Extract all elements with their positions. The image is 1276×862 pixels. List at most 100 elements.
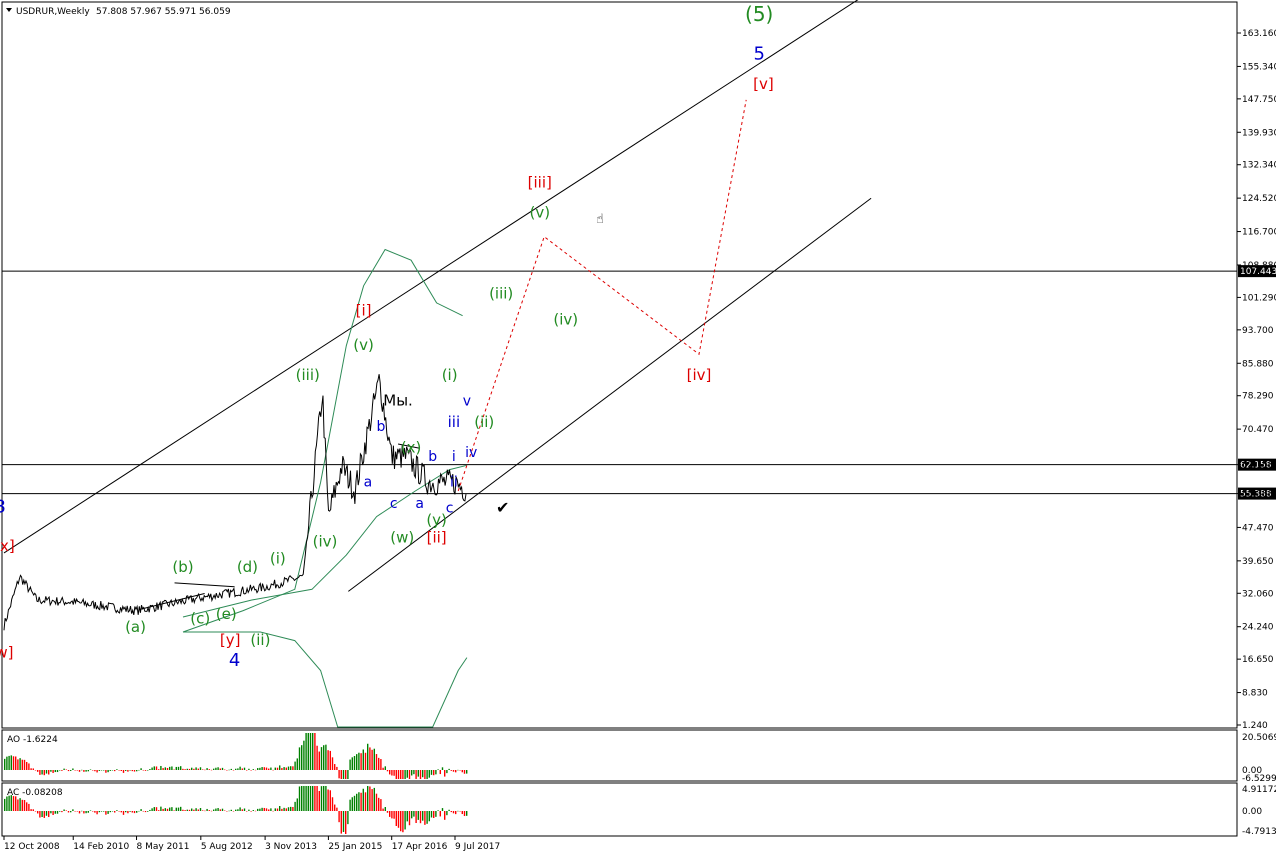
ao-bar xyxy=(325,744,327,770)
ac-bar xyxy=(61,811,63,813)
ao-bar xyxy=(408,770,411,779)
ac-bar xyxy=(400,811,402,832)
ao-bar xyxy=(268,768,270,770)
ao-bar xyxy=(283,767,285,770)
ao-bar xyxy=(85,770,87,772)
ao-bar xyxy=(56,770,59,773)
ao-bar xyxy=(4,758,6,770)
ao-bar xyxy=(118,770,120,771)
ac-bar xyxy=(217,808,219,811)
ac-bar xyxy=(450,811,452,813)
ao-bar xyxy=(147,770,149,771)
ao-bar xyxy=(39,770,41,775)
wave-label: (ii) xyxy=(250,631,270,649)
ac-bar xyxy=(353,795,356,811)
ac-title: AC -0.08208 xyxy=(7,788,63,798)
ao-bar xyxy=(441,767,444,770)
wave-label: ii xyxy=(450,475,458,491)
ao-bar xyxy=(402,770,404,779)
ac-bar xyxy=(45,811,48,816)
ac-bar xyxy=(342,811,345,832)
ac-bar xyxy=(94,811,96,813)
ao-bar xyxy=(61,770,63,771)
ao-bar xyxy=(140,768,142,770)
wave-label: c xyxy=(390,496,398,512)
ao-bar xyxy=(340,770,342,779)
ac-bar xyxy=(292,806,294,811)
ac-tick-label: 4.91172 xyxy=(1242,785,1276,795)
ao-bar xyxy=(422,770,424,778)
ac-bar xyxy=(397,811,400,828)
ao-bar xyxy=(28,763,30,770)
y-tick-label: 70.470 xyxy=(1242,425,1274,435)
ao-bar xyxy=(217,767,219,770)
wave-label: v xyxy=(463,393,471,409)
ao-bar xyxy=(232,769,235,771)
ac-bar xyxy=(433,811,435,818)
ac-bar xyxy=(413,811,415,817)
ao-bar xyxy=(294,761,296,770)
ac-bar xyxy=(65,810,67,811)
ac-bar xyxy=(226,810,228,812)
ac-bar xyxy=(191,808,193,811)
ao-bar xyxy=(133,770,136,772)
ao-bar xyxy=(54,770,56,773)
wave-label: iv xyxy=(465,445,477,461)
ao-bar xyxy=(197,768,199,770)
ac-bar xyxy=(210,810,213,812)
ac-bar xyxy=(360,792,362,811)
ao-bar xyxy=(411,770,413,776)
ac-bar xyxy=(268,809,270,811)
ac-bar xyxy=(195,808,197,811)
ao-bar xyxy=(329,750,331,770)
ao-bar xyxy=(208,769,210,770)
ao-bar xyxy=(210,769,213,771)
ao-bar xyxy=(125,770,127,771)
ac-bar xyxy=(301,786,303,811)
ao-bar xyxy=(103,770,105,771)
ao-bar xyxy=(459,770,461,771)
hand-cursor-icon: ☝ xyxy=(596,212,604,227)
ao-bar xyxy=(404,770,406,779)
ao-bar xyxy=(72,768,74,770)
ao-bar xyxy=(213,768,215,770)
ac-bar xyxy=(122,811,125,815)
ao-bar xyxy=(45,770,48,774)
ao-bar xyxy=(435,770,437,775)
ao-bar xyxy=(452,770,455,772)
ao-bar xyxy=(331,757,334,770)
ao-bar xyxy=(83,770,85,772)
ac-bar xyxy=(204,810,206,812)
y-tick-label: 24.240 xyxy=(1242,623,1274,633)
ao-bar xyxy=(173,769,175,770)
chart-window[interactable]: 107.443 62.158 55.388 (5) 5 [v] [iii] (v) (iii)… xyxy=(0,0,1276,858)
ao-bar xyxy=(439,770,441,775)
ao-bar xyxy=(466,770,468,774)
ao-bar xyxy=(17,759,19,770)
ac-bar xyxy=(160,806,162,811)
ao-bar xyxy=(461,770,463,773)
ac-bar xyxy=(85,811,87,814)
ac-bar xyxy=(314,786,316,811)
symbol-label: USDRUR,Weekly xyxy=(16,7,90,17)
ao-bar xyxy=(246,770,248,771)
ac-bar xyxy=(103,811,105,812)
ac-bar xyxy=(4,798,6,811)
ac-bar xyxy=(345,811,347,834)
ac-bar xyxy=(114,811,116,813)
ao-bar xyxy=(419,770,422,779)
ao-bar xyxy=(224,769,226,771)
y-tick-label: 78.290 xyxy=(1242,392,1274,402)
ao-bar xyxy=(457,769,459,771)
ac-bar xyxy=(263,807,265,811)
y-tick-label: 39.650 xyxy=(1242,557,1274,567)
ao-bar xyxy=(437,769,439,770)
ao-bar xyxy=(369,747,371,770)
wave-label: (y) xyxy=(426,511,447,529)
ao-bar xyxy=(463,770,466,774)
ao-bar xyxy=(446,770,448,774)
chart-svg[interactable]: 107.44362.15855.388 (5)5[v][iii](v)(iii)… xyxy=(0,0,1276,858)
wave-label: 3 xyxy=(0,496,6,517)
ao-bar xyxy=(254,769,257,771)
ao-bar xyxy=(100,770,103,771)
